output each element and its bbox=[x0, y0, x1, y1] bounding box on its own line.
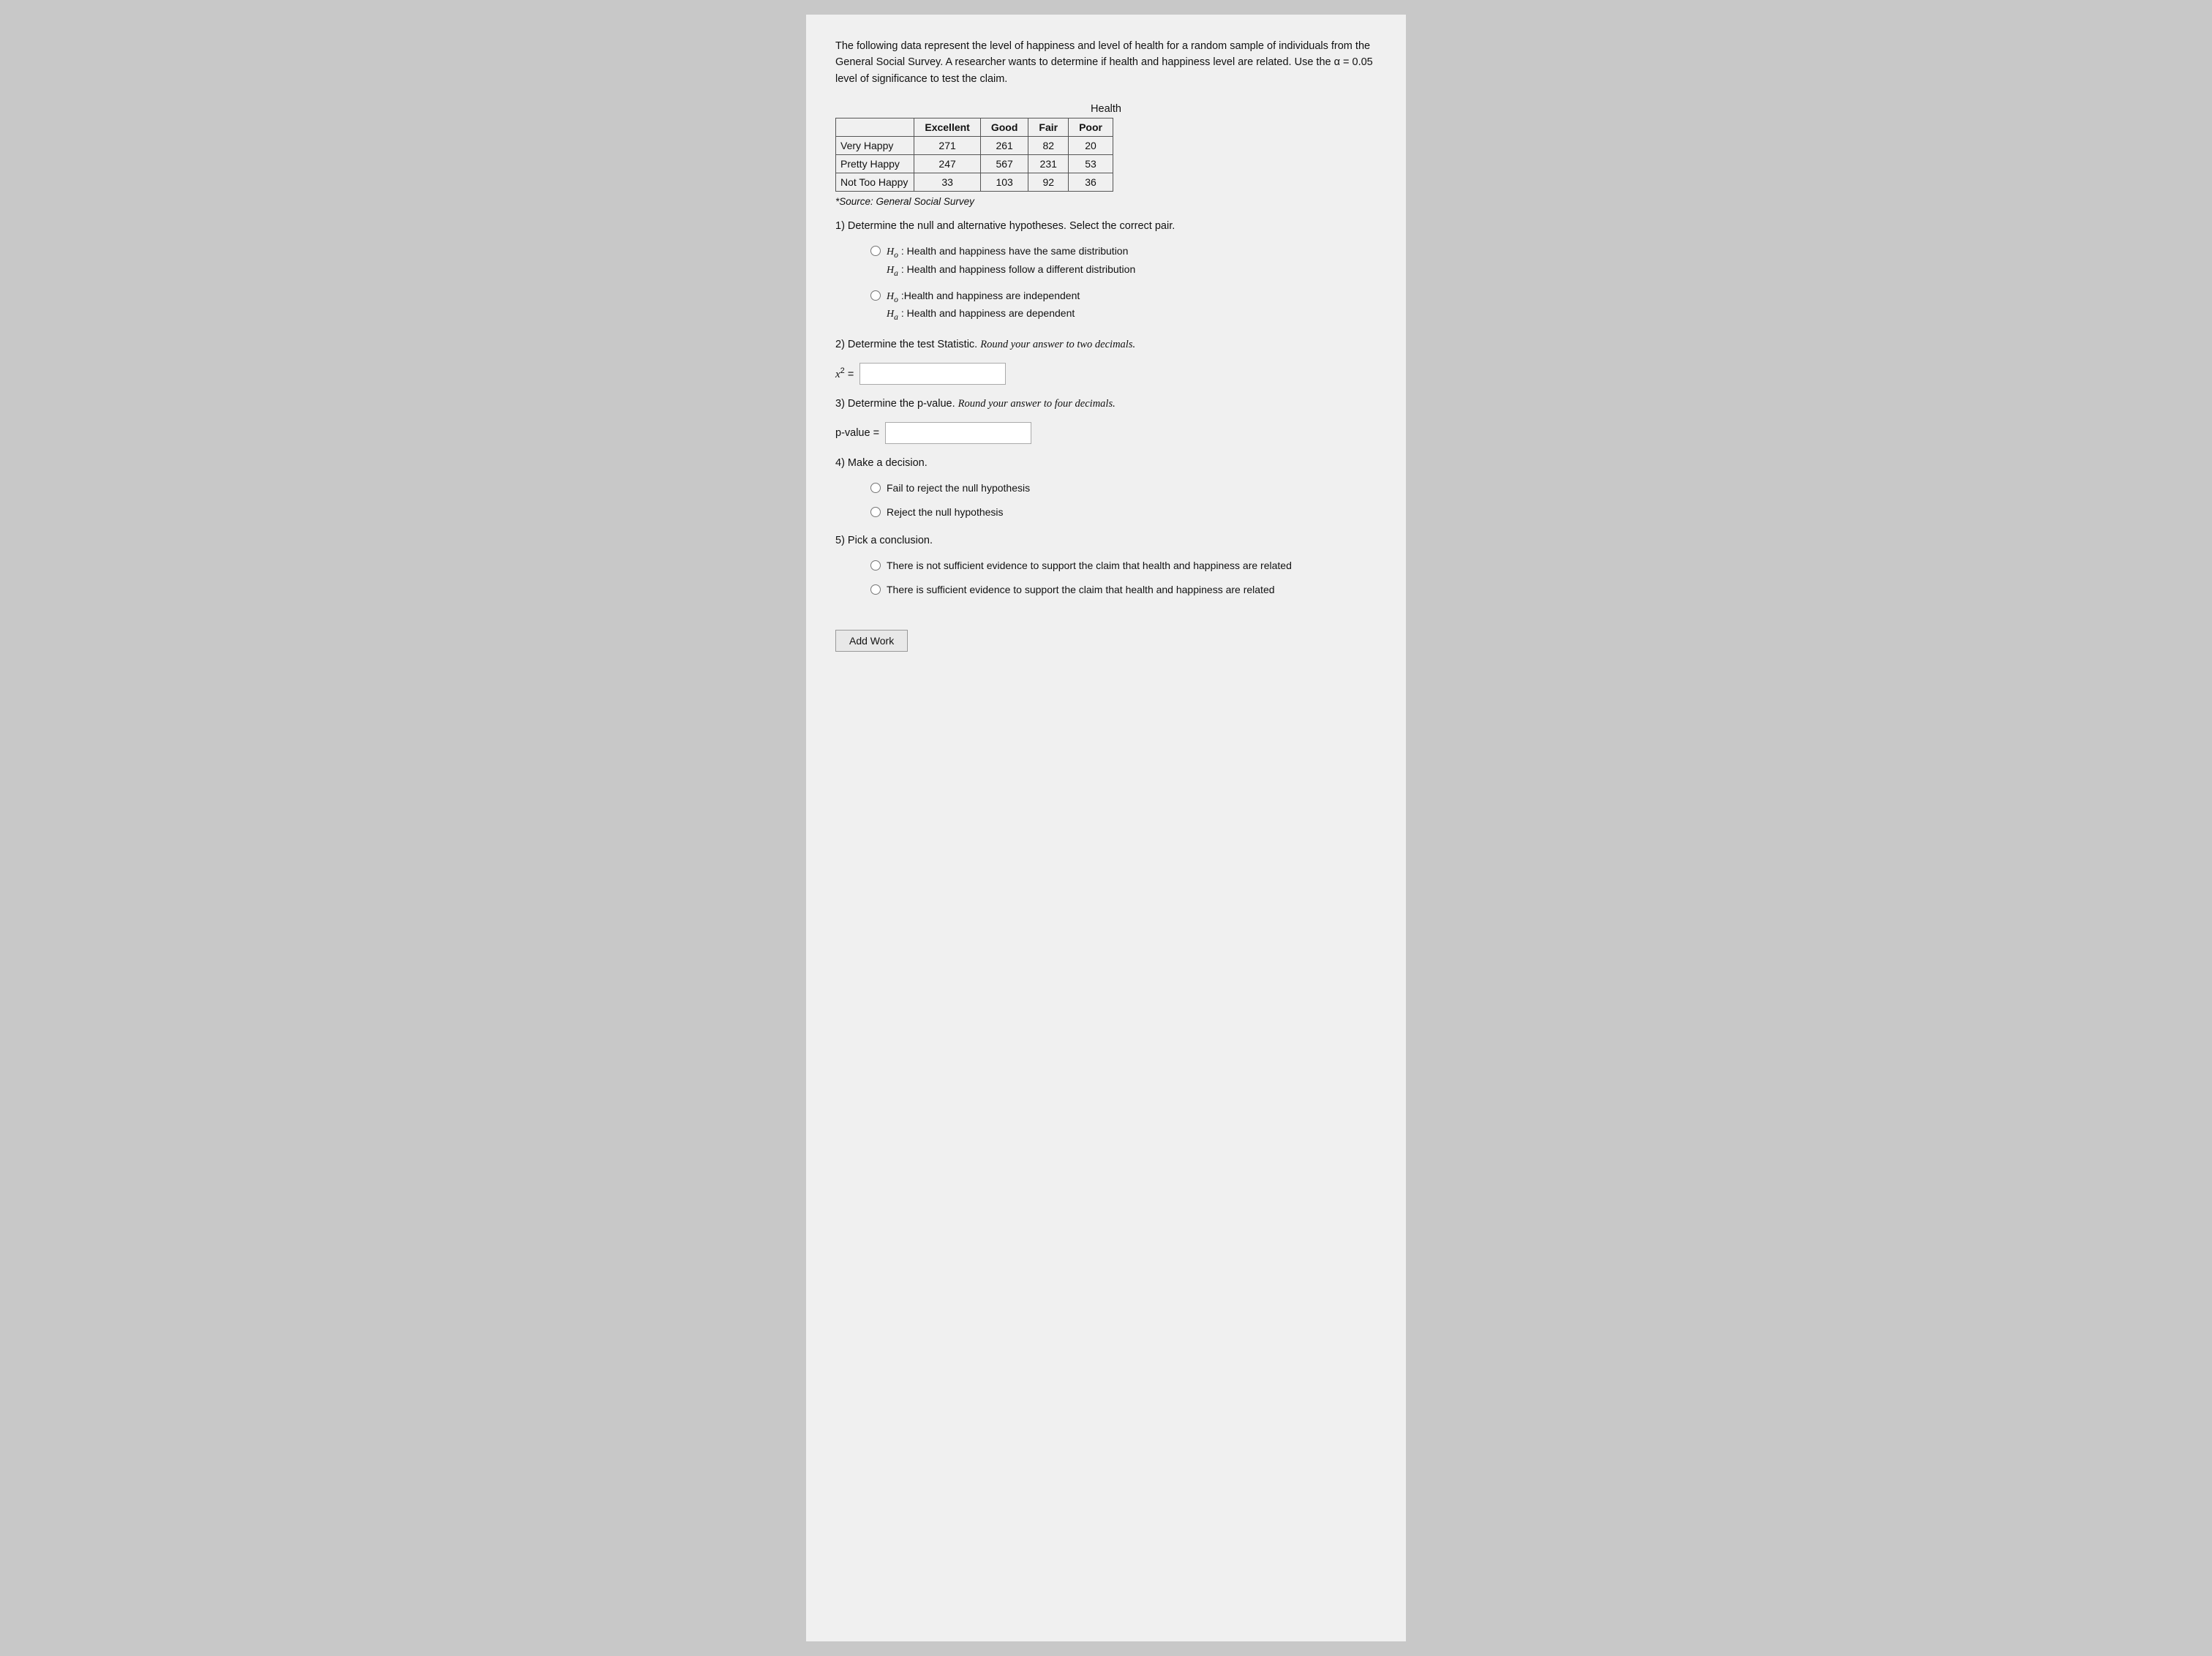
q1-option-b-text: Ho :Health and happiness are independent… bbox=[887, 288, 1080, 324]
cell-vh-excellent: 271 bbox=[914, 137, 980, 155]
chi-square-input-row: x2 = bbox=[835, 363, 1377, 385]
cell-vh-fair: 82 bbox=[1028, 137, 1069, 155]
table-header-fair: Fair bbox=[1028, 118, 1069, 137]
cell-vh-good: 261 bbox=[980, 137, 1028, 155]
q4-option-b[interactable]: Reject the null hypothesis bbox=[870, 505, 1377, 520]
table-header-empty bbox=[836, 118, 914, 137]
q1-option-a-text: Ho : Health and happiness have the same … bbox=[887, 244, 1135, 279]
q1b-ha: Ha : Health and happiness are dependent bbox=[887, 307, 1075, 319]
table-header-poor: Poor bbox=[1069, 118, 1113, 137]
q2-note: Round your answer to two decimals. bbox=[980, 339, 1135, 350]
cell-ph-poor: 53 bbox=[1069, 155, 1113, 173]
data-table: Excellent Good Fair Poor Very Happy 271 … bbox=[835, 118, 1113, 192]
q1-options-group: Ho : Health and happiness have the same … bbox=[870, 244, 1377, 323]
row-label-pretty-happy: Pretty Happy bbox=[836, 155, 914, 173]
q4-radio-b[interactable] bbox=[870, 507, 881, 517]
p-value-input-row: p-value = bbox=[835, 422, 1377, 444]
add-work-button[interactable]: Add Work bbox=[835, 630, 908, 652]
question-1-text: 1) Determine the null and alternative hy… bbox=[835, 220, 1377, 232]
q5-radio-b[interactable] bbox=[870, 584, 881, 595]
p-value-label: p-value = bbox=[835, 427, 879, 439]
q5-option-a-text: There is not sufficient evidence to supp… bbox=[887, 558, 1292, 573]
cell-ph-excellent: 247 bbox=[914, 155, 980, 173]
cell-nth-fair: 92 bbox=[1028, 173, 1069, 192]
table-header-excellent: Excellent bbox=[914, 118, 980, 137]
q5-options-group: There is not sufficient evidence to supp… bbox=[870, 558, 1377, 598]
q5-option-a[interactable]: There is not sufficient evidence to supp… bbox=[870, 558, 1377, 573]
row-label-very-happy: Very Happy bbox=[836, 137, 914, 155]
q4-option-a-text: Fail to reject the null hypothesis bbox=[887, 481, 1030, 496]
question-3-text: 3) Determine the p-value. Round your ans… bbox=[835, 398, 1377, 410]
q1a-ha: Ha : Health and happiness follow a diffe… bbox=[887, 263, 1135, 275]
q5-option-b-text: There is sufficient evidence to support … bbox=[887, 582, 1275, 598]
cell-nth-good: 103 bbox=[980, 173, 1028, 192]
table-row: Very Happy 271 261 82 20 bbox=[836, 137, 1113, 155]
cell-ph-good: 567 bbox=[980, 155, 1028, 173]
row-label-not-too-happy: Not Too Happy bbox=[836, 173, 914, 192]
intro-paragraph: The following data represent the level o… bbox=[835, 38, 1377, 87]
p-value-input[interactable] bbox=[885, 422, 1031, 444]
health-label: Health bbox=[835, 103, 1377, 115]
table-header-good: Good bbox=[980, 118, 1028, 137]
table-row: Not Too Happy 33 103 92 36 bbox=[836, 173, 1113, 192]
main-container: The following data represent the level o… bbox=[806, 15, 1406, 1641]
q1-option-b[interactable]: Ho :Health and happiness are independent… bbox=[870, 288, 1377, 324]
cell-vh-poor: 20 bbox=[1069, 137, 1113, 155]
q5-option-b[interactable]: There is sufficient evidence to support … bbox=[870, 582, 1377, 598]
table-row: Pretty Happy 247 567 231 53 bbox=[836, 155, 1113, 173]
chi-square-input[interactable] bbox=[859, 363, 1006, 385]
q1-option-a[interactable]: Ho : Health and happiness have the same … bbox=[870, 244, 1377, 279]
q3-note: Round your answer to four decimals. bbox=[958, 398, 1116, 410]
source-text: *Source: General Social Survey bbox=[835, 196, 1377, 207]
chi-square-label: x2 = bbox=[835, 366, 854, 381]
q4-option-b-text: Reject the null hypothesis bbox=[887, 505, 1004, 520]
q4-radio-a[interactable] bbox=[870, 483, 881, 493]
q1-radio-a[interactable] bbox=[870, 246, 881, 256]
q4-options-group: Fail to reject the null hypothesis Rejec… bbox=[870, 481, 1377, 520]
q1a-h0: Ho : Health and happiness have the same … bbox=[887, 245, 1128, 257]
q5-radio-a[interactable] bbox=[870, 560, 881, 571]
cell-nth-excellent: 33 bbox=[914, 173, 980, 192]
q4-option-a[interactable]: Fail to reject the null hypothesis bbox=[870, 481, 1377, 496]
question-4-text: 4) Make a decision. bbox=[835, 457, 1377, 469]
cell-ph-fair: 231 bbox=[1028, 155, 1069, 173]
q1-radio-b[interactable] bbox=[870, 290, 881, 301]
question-2-text: 2) Determine the test Statistic. Round y… bbox=[835, 339, 1377, 351]
q1b-h0: Ho :Health and happiness are independent bbox=[887, 290, 1080, 301]
question-5-text: 5) Pick a conclusion. bbox=[835, 535, 1377, 546]
cell-nth-poor: 36 bbox=[1069, 173, 1113, 192]
